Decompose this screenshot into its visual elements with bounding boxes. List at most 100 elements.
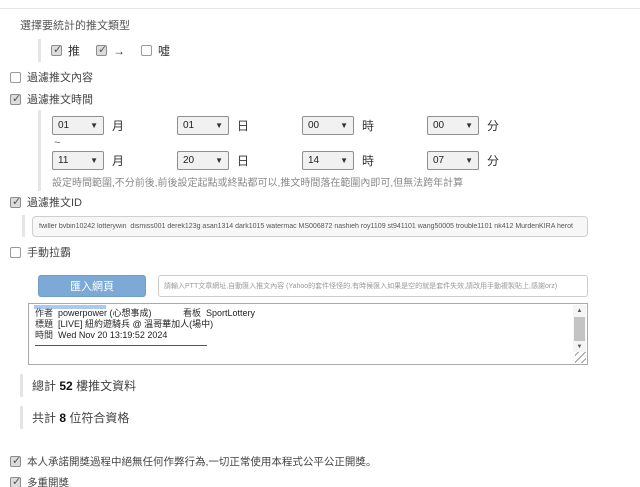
hour-unit-label: 時 <box>362 119 375 133</box>
start-day-select[interactable]: 01 ▼ <box>177 116 229 135</box>
article-board: 看板 SportLottery <box>183 308 255 319</box>
start-hour-value: 00 <box>308 120 320 131</box>
type-option-boo[interactable]: 噓 <box>141 42 170 59</box>
article-author-line: 作者 powerpower (心想事成) 看板 SportLottery <box>35 308 569 319</box>
multi-draw-row[interactable]: 多重開獎 <box>0 472 640 487</box>
chevron-down-icon: ▼ <box>340 120 348 130</box>
chevron-down-icon: ▼ <box>90 155 98 165</box>
time-end-row: 11 ▼ 月 20 ▼ 日 14 ▼ 時 07 ▼ 分 <box>52 151 640 170</box>
start-month-value: 01 <box>58 120 70 131</box>
type-option-push[interactable]: 推 <box>51 42 80 59</box>
start-month-select[interactable]: 01 ▼ <box>52 116 104 135</box>
chevron-down-icon: ▼ <box>340 155 348 165</box>
multi-draw-label: 多重開獎 <box>27 477 69 487</box>
scroll-down-icon[interactable]: ▼ <box>573 341 586 352</box>
stats-section: 總計 52 樓推文資料 共計 8 位符合資格 <box>0 374 640 429</box>
total-prefix: 總計 <box>32 379 57 393</box>
import-webpage-button[interactable]: 匯入網頁 <box>38 275 146 297</box>
push-checkbox[interactable] <box>51 43 62 56</box>
board-label: 看板 <box>183 308 202 318</box>
textarea-scrollbar[interactable]: ▲ ▼ <box>573 305 586 352</box>
chevron-down-icon: ▼ <box>215 155 223 165</box>
promise-label: 本人承諾開獎過程中絕無任何作弊行為,一切正常使用本程式公平公正開獎。 <box>27 456 377 468</box>
time-filter-row[interactable]: 過濾推文時間 <box>0 88 640 110</box>
arrow-checkbox[interactable] <box>96 43 107 56</box>
month-unit-label: 月 <box>112 154 125 168</box>
promise-row[interactable]: 本人承諾開獎過程中絕無任何作弊行為,一切正常使用本程式公平公正開獎。 <box>0 451 640 472</box>
time-range-block: 01 ▼ 月 01 ▼ 日 00 ▼ 時 00 ▼ 分 ~ 11 ▼ 月 20 … <box>38 110 640 191</box>
manual-filter-checkbox[interactable] <box>10 246 21 258</box>
author-label: 作者 <box>35 308 54 318</box>
article-url-input[interactable] <box>158 275 588 297</box>
id-filter-checkbox[interactable] <box>10 195 21 208</box>
board-value: SportLottery <box>206 308 256 318</box>
type-option-arrow[interactable]: → <box>96 43 126 58</box>
minute-unit-label: 分 <box>487 119 500 133</box>
chevron-down-icon: ▼ <box>215 120 223 130</box>
qualified-count: 8 <box>59 411 67 425</box>
chevron-down-icon: ▼ <box>465 155 473 165</box>
time-value: Wed Nov 20 13:19:52 2024 <box>58 330 168 340</box>
article-time-line: 時間 Wed Nov 20 13:19:52 2024 <box>35 330 569 341</box>
article-header-divider <box>35 345 207 346</box>
qualified-suffix: 位符合資格 <box>69 411 130 425</box>
total-suffix: 樓推文資料 <box>76 379 137 393</box>
total-count: 52 <box>59 379 73 393</box>
ptt-lottery-tool-page: 選擇要統計的推文類型 推 → 噓 過濾推文內容 過濾推文時間 01 ▼ <box>0 8 640 487</box>
scrollbar-thumb[interactable] <box>574 317 585 341</box>
arrow-label: → <box>113 43 126 58</box>
type-section-label: 選擇要統計的推文類型 <box>20 20 130 32</box>
chevron-down-icon: ▼ <box>90 120 98 130</box>
end-month-value: 11 <box>58 155 69 166</box>
start-minute-value: 00 <box>433 120 445 131</box>
import-row: 匯入網頁 <box>38 275 640 297</box>
time-range-hint: 設定時間範圍,不分前後,前後設定起點或終點都可以,推文時間落在範圍內即可,但無法… <box>52 178 464 189</box>
article-title-line: 標題 [LIVE] 紐約遊騎兵 @ 溫哥華加人(場中) <box>35 319 569 330</box>
end-hour-value: 14 <box>308 155 320 166</box>
manual-filter-label: 手動拉霸 <box>27 247 71 259</box>
content-filter-checkbox[interactable] <box>10 71 21 83</box>
push-type-options: 推 → 噓 <box>38 39 640 62</box>
boo-checkbox[interactable] <box>141 45 153 56</box>
start-day-value: 01 <box>183 120 195 131</box>
hour-unit-label: 時 <box>362 154 375 168</box>
minute-unit-label: 分 <box>487 154 500 168</box>
id-filter-row[interactable]: 過濾推文ID <box>0 191 640 213</box>
chevron-down-icon: ▼ <box>465 120 473 130</box>
id-filter-block <box>22 215 640 237</box>
month-unit-label: 月 <box>112 119 125 133</box>
id-filter-input[interactable] <box>32 216 588 237</box>
top-divider <box>0 8 640 9</box>
end-day-value: 20 <box>183 155 195 166</box>
title-value: [LIVE] 紐約遊騎兵 @ 溫哥華加人(場中) <box>58 319 214 329</box>
author-value: powerpower (心想事成) <box>58 308 152 318</box>
multi-draw-checkbox[interactable] <box>10 475 21 487</box>
end-minute-select[interactable]: 07 ▼ <box>427 151 479 170</box>
promise-checkbox[interactable] <box>10 454 21 467</box>
qualified-prefix: 共計 <box>32 411 57 425</box>
time-start-row: 01 ▼ 月 01 ▼ 日 00 ▼ 時 00 ▼ 分 <box>52 116 640 135</box>
start-minute-select[interactable]: 00 ▼ <box>427 116 479 135</box>
title-label: 標題 <box>35 319 54 329</box>
end-minute-value: 07 <box>433 155 445 166</box>
push-label: 推 <box>68 44 81 58</box>
day-unit-label: 日 <box>237 154 250 168</box>
content-filter-label: 過濾推文內容 <box>27 72 93 84</box>
content-filter-row[interactable]: 過濾推文內容 <box>0 66 640 88</box>
end-hour-select[interactable]: 14 ▼ <box>302 151 354 170</box>
id-filter-label: 過濾推文ID <box>27 197 82 209</box>
time-filter-label: 過濾推文時間 <box>27 94 93 106</box>
day-unit-label: 日 <box>237 119 250 133</box>
time-filter-checkbox[interactable] <box>10 92 21 105</box>
start-hour-select[interactable]: 00 ▼ <box>302 116 354 135</box>
manual-filter-row[interactable]: 手動拉霸 <box>0 241 640 263</box>
article-content-textarea[interactable]: 作者 powerpower (心想事成) 看板 SportLottery 標題 [LI… <box>28 303 588 365</box>
range-separator: ~ <box>54 137 61 149</box>
qualified-stat: 共計 8 位符合資格 <box>20 406 640 429</box>
end-month-select[interactable]: 11 ▼ <box>52 151 104 170</box>
end-day-select[interactable]: 20 ▼ <box>177 151 229 170</box>
boo-label: 噓 <box>158 44 171 58</box>
total-comments-stat: 總計 52 樓推文資料 <box>20 374 640 397</box>
scroll-up-icon[interactable]: ▲ <box>573 305 586 316</box>
resize-grip-icon[interactable] <box>575 352 586 363</box>
